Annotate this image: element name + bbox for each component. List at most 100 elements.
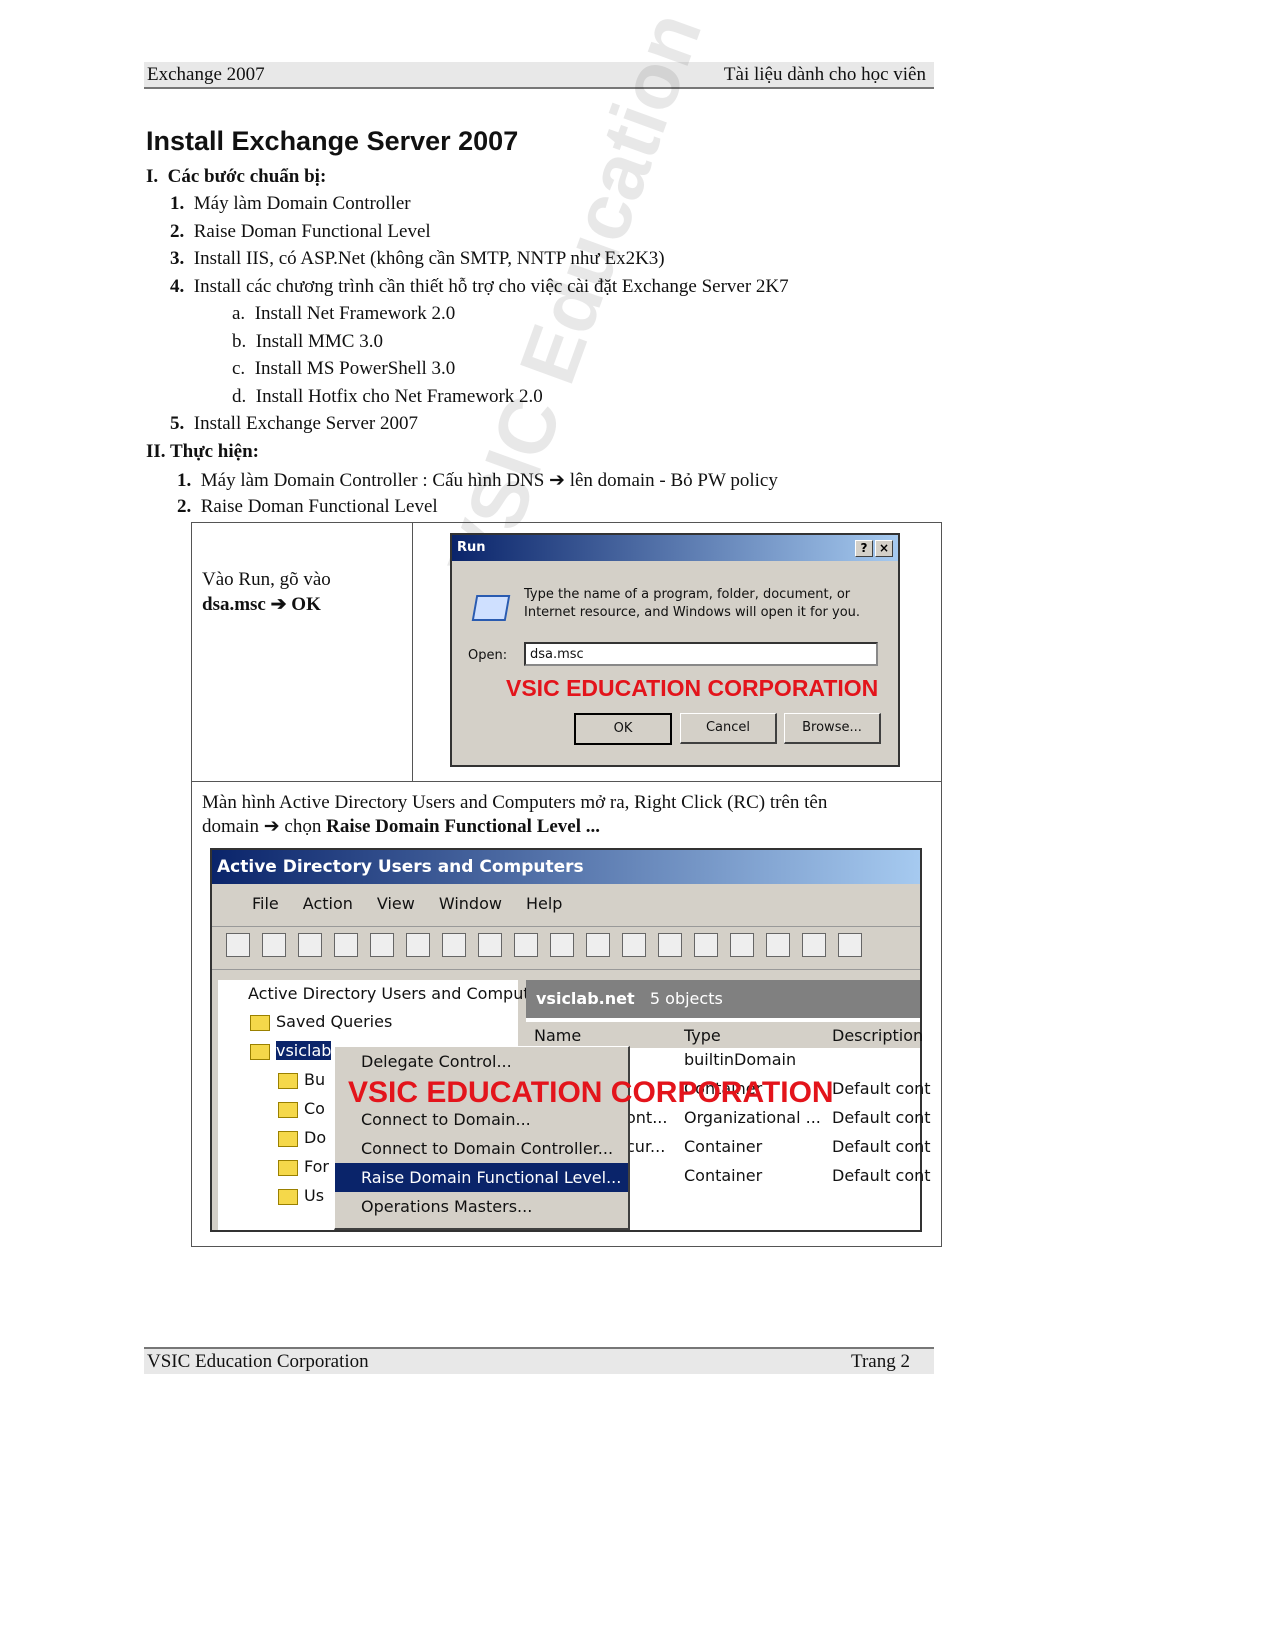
- toolbar-icon: [802, 933, 826, 957]
- list-item: b. Install MMC 3.0: [232, 330, 383, 352]
- context-menu-item: Connect to Domain Controller...: [361, 1139, 614, 1158]
- context-menu: Delegate Control... Connect to Domain... C…: [334, 1046, 630, 1230]
- run-title: Run: [457, 540, 486, 555]
- page-title: Install Exchange Server 2007: [146, 126, 519, 156]
- folder-icon: [278, 1188, 298, 1205]
- run-icon: [471, 595, 511, 621]
- context-menu-item: Raise Domain Functional Level...: [335, 1163, 628, 1192]
- ad-menu-bar: File Action View Window Help: [212, 884, 920, 927]
- help-button: ?: [855, 540, 873, 557]
- tree-item: Saved Queries: [232, 1012, 392, 1031]
- ad-title: Active Directory Users and Computers: [212, 850, 920, 884]
- tree-item: Co: [260, 1099, 325, 1118]
- run-desc-2: Internet resource, and Windows will open…: [524, 605, 861, 620]
- folder-icon: [278, 1101, 298, 1118]
- pane-title: vsiclab.net: [536, 989, 635, 1008]
- table-cell: ont...: [626, 1108, 668, 1127]
- table-cell: builtinDomain: [684, 1050, 797, 1069]
- step2-text2: domain ➔ chọn Raise Domain Functional Le…: [202, 816, 601, 837]
- table-cell: cur...: [626, 1137, 666, 1156]
- folder-icon: [250, 1014, 270, 1031]
- toolbar-icon: [658, 933, 682, 957]
- ad-window-screenshot: Active Directory Users and Computers Fil…: [210, 848, 931, 1232]
- run-dialog-screenshot: Run ? × Type the name of a program, fold…: [450, 533, 900, 767]
- toolbar-icon: [730, 933, 754, 957]
- stamp: VSIC EDUCATION CORPORATION: [348, 1076, 834, 1109]
- folder-icon: [278, 1130, 298, 1147]
- list-item: d. Install Hotfix cho Net Framework 2.0: [232, 385, 543, 407]
- table-cell: Default cont: [832, 1108, 931, 1127]
- folder-icon: [278, 1072, 298, 1089]
- run-desc-1: Type the name of a program, folder, docu…: [524, 587, 851, 602]
- column-header: Name: [534, 1026, 582, 1045]
- context-menu-item: Operations Masters...: [361, 1197, 533, 1216]
- open-label: Open:: [468, 648, 508, 663]
- tree-item: Us: [260, 1186, 324, 1205]
- list-item: a. Install Net Framework 2.0: [232, 303, 456, 324]
- toolbar-icon: [262, 933, 286, 957]
- table-cell: Container: [684, 1166, 763, 1185]
- list-item: 5. Install Exchange Server 2007: [170, 413, 418, 434]
- close-button: ×: [875, 540, 893, 557]
- browse-button: Browse...: [784, 713, 881, 744]
- table-cell: Default cont: [832, 1166, 931, 1185]
- list-item: 4. Install các chương trình cần thiết hỗ…: [170, 275, 789, 297]
- toolbar-icon: [766, 933, 790, 957]
- ad-toolbar: [212, 927, 920, 970]
- column-header: Description: [832, 1026, 924, 1045]
- toolbar-icon: [586, 933, 610, 957]
- menu-help: Help: [525, 894, 563, 913]
- section-1-heading: I. Các bước chuẩn bị:: [146, 166, 327, 187]
- toolbar-icon: [298, 933, 322, 957]
- table-cell: Default cont: [832, 1137, 931, 1156]
- list-item: c. Install MS PowerShell 3.0: [232, 358, 456, 379]
- tree-item: Bu: [260, 1070, 325, 1089]
- table-cell: Organizational ...: [684, 1108, 821, 1127]
- step1-text: Vào Run, gõ vào: [202, 569, 331, 590]
- list-item: 1. Máy làm Domain Controller: [170, 193, 411, 214]
- header-left: Exchange 2007: [147, 64, 265, 85]
- menu-view: View: [376, 894, 415, 913]
- step1-bold: dsa.msc ➔ OK: [202, 594, 321, 615]
- list-item: 1. Máy làm Domain Controller : Cấu hình …: [177, 470, 778, 491]
- toolbar-icon: [406, 933, 430, 957]
- toolbar-icon: [550, 933, 574, 957]
- stamp: VSIC EDUCATION CORPORATION: [506, 675, 879, 701]
- toolbar-icon: [370, 933, 394, 957]
- section-2-heading: II. Thực hiện:: [146, 441, 259, 462]
- menu-action: Action: [302, 894, 353, 913]
- toolbar-icon: [478, 933, 502, 957]
- page-footer: VSIC Education Corporation Trang 2: [144, 1347, 934, 1374]
- open-input: dsa.msc: [524, 642, 878, 666]
- menu-window: Window: [438, 894, 502, 913]
- toolbar-icon: [334, 933, 358, 957]
- tree-item: vsiclab: [232, 1041, 332, 1060]
- toolbar-icon: [514, 933, 538, 957]
- toolbar-icon: [622, 933, 646, 957]
- toolbar-icon: [838, 933, 862, 957]
- step2-text: Màn hình Active Directory Users and Comp…: [202, 792, 828, 813]
- list-item: 3. Install IIS, có ASP.Net (không cần SM…: [170, 248, 665, 269]
- column-header: Type: [684, 1026, 721, 1045]
- context-menu-item: Delegate Control...: [361, 1052, 512, 1071]
- menu-file: File: [252, 894, 279, 913]
- pane-count: 5 objects: [649, 989, 723, 1008]
- toolbar-icon: [226, 933, 250, 957]
- table-cell: Default cont: [832, 1079, 931, 1098]
- folder-icon: [278, 1159, 298, 1176]
- footer-right: Trang 2: [851, 1351, 910, 1372]
- folder-icon: [250, 1043, 270, 1060]
- tree-item: Do: [260, 1128, 326, 1147]
- table-cell: Container: [684, 1137, 763, 1156]
- header-right: Tài liệu dành cho học viên: [723, 64, 926, 85]
- list-item: 2. Raise Doman Functional Level: [170, 220, 431, 242]
- toolbar-icon: [694, 933, 718, 957]
- page-header: Exchange 2007 Tài liệu dành cho học viên: [144, 62, 934, 89]
- ok-button: OK: [574, 713, 672, 745]
- list-item: 2. Raise Doman Functional Level: [177, 496, 438, 517]
- tree-root: Active Directory Users and Computer: [248, 984, 547, 1003]
- tree-item: For: [260, 1157, 329, 1176]
- document-page: Exchange 2007 Tài liệu dành cho học viên…: [0, 0, 1274, 1649]
- footer-left: VSIC Education Corporation: [147, 1351, 369, 1372]
- cancel-button: Cancel: [680, 713, 777, 744]
